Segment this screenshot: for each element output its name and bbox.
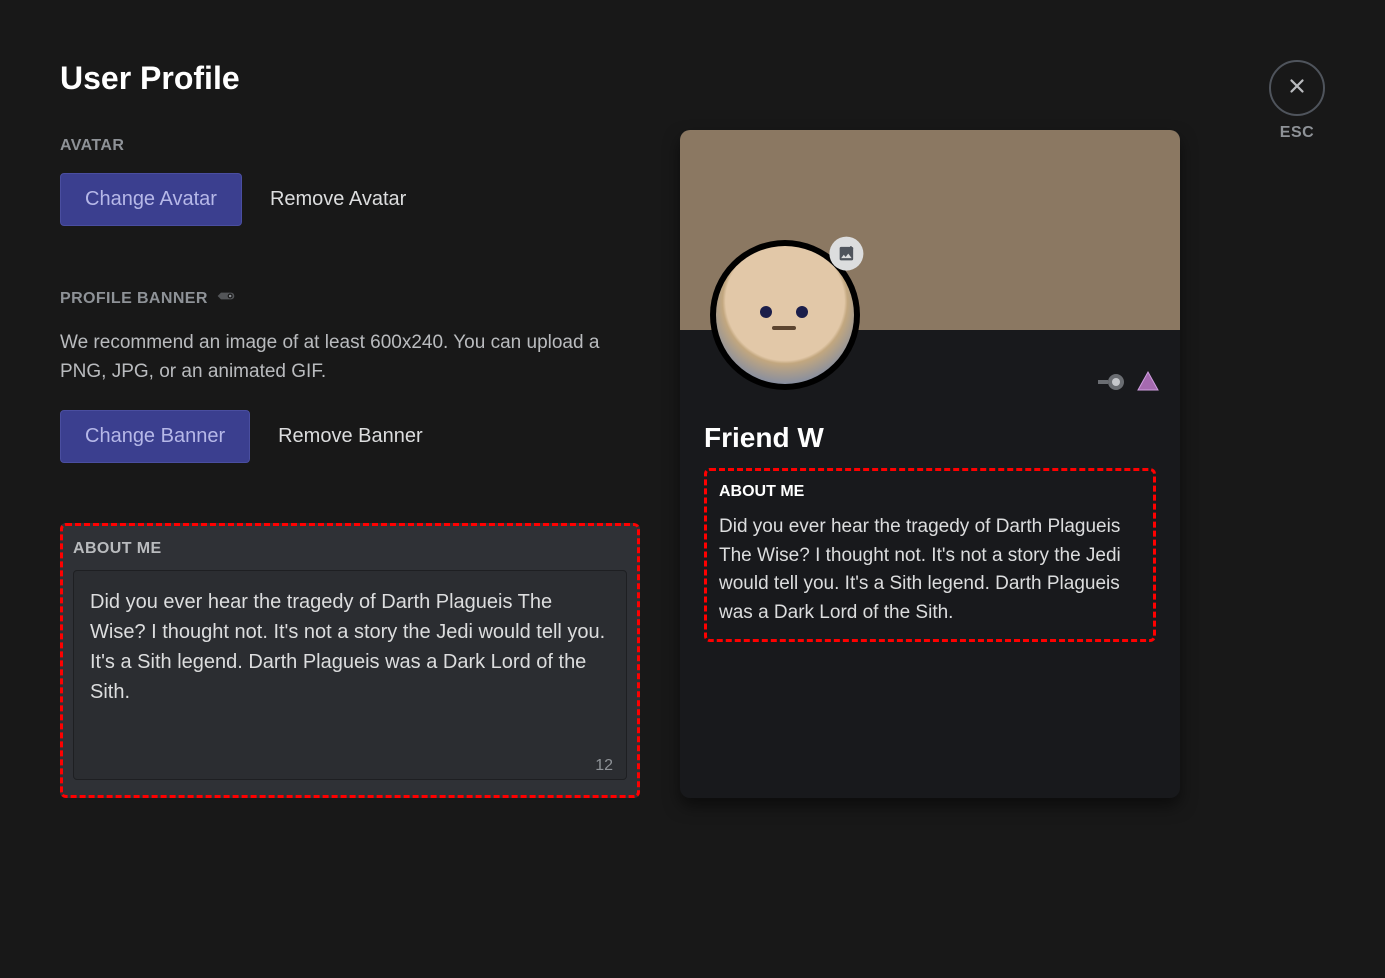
- change-avatar-button[interactable]: Change Avatar: [60, 173, 242, 226]
- preview-about-text: Did you ever hear the tragedy of Darth P…: [719, 513, 1141, 627]
- edit-avatar-icon[interactable]: [829, 237, 863, 271]
- nitro-badge-icon: [1098, 372, 1126, 397]
- change-banner-button[interactable]: Change Banner: [60, 410, 250, 463]
- banner-section-label: PROFILE BANNER: [60, 286, 640, 311]
- about-me-label: ABOUT ME: [73, 540, 627, 558]
- about-me-preview-highlight: ABOUT ME Did you ever hear the tragedy o…: [704, 468, 1156, 642]
- avatar-section-label: AVATAR: [60, 137, 640, 155]
- about-me-textarea[interactable]: [73, 570, 627, 780]
- preview-about-label: ABOUT ME: [719, 483, 1141, 501]
- close-icon: [1286, 75, 1308, 102]
- remove-banner-button[interactable]: Remove Banner: [278, 425, 423, 448]
- profile-banner[interactable]: [680, 130, 1180, 330]
- banner-help-text: We recommend an image of at least 600x24…: [60, 329, 640, 386]
- profile-preview-card: Friend W ABOUT ME Did you ever hear the …: [680, 130, 1180, 798]
- nitro-badge-icon: [216, 286, 236, 311]
- about-me-editor-highlight: ABOUT ME 12: [60, 523, 640, 798]
- page-title: User Profile: [60, 60, 640, 97]
- close-button[interactable]: [1269, 60, 1325, 116]
- hypesquad-badge-icon: [1136, 370, 1160, 399]
- about-me-char-count: 12: [595, 757, 613, 775]
- close-label: ESC: [1280, 124, 1314, 142]
- remove-avatar-button[interactable]: Remove Avatar: [270, 188, 406, 211]
- profile-username: Friend W: [704, 422, 1156, 454]
